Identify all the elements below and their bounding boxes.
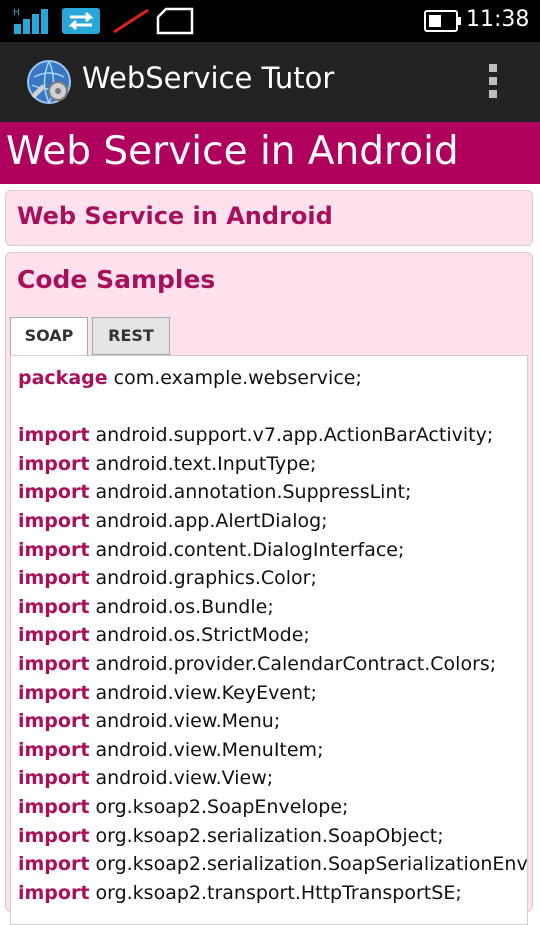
code-line: import org.ksoap2.serialization.SoapObje… bbox=[18, 822, 527, 851]
code-keyword: import bbox=[18, 481, 90, 504]
code-line: import org.ksoap2.transport.HttpTranspor… bbox=[18, 879, 527, 908]
code-text: android.annotation.SuppressLint; bbox=[89, 481, 412, 504]
code-line: import android.app.AlertDialog; bbox=[18, 507, 527, 536]
code-text: android.view.Menu; bbox=[89, 710, 281, 733]
code-text: android.view.KeyEvent; bbox=[89, 681, 317, 704]
code-text: android.content.DialogInterface; bbox=[89, 538, 405, 561]
code-keyword: import bbox=[18, 452, 90, 475]
battery-icon bbox=[424, 10, 461, 32]
status-bar: H 11:38 bbox=[0, 0, 540, 42]
page-header: Web Service in Android bbox=[0, 122, 540, 184]
code-line: import android.view.Menu; bbox=[18, 707, 527, 736]
svg-text:H: H bbox=[13, 8, 20, 18]
code-keyword: package bbox=[18, 367, 108, 389]
code-text: android.provider.CalendarContract.Colors… bbox=[89, 652, 497, 675]
code-line: import android.view.KeyEvent; bbox=[18, 679, 527, 708]
code-keyword: import bbox=[18, 767, 90, 790]
code-text: org.ksoap2.transport.HttpTransportSE; bbox=[89, 881, 462, 904]
code-text: android.support.v7.app.ActionBarActivity… bbox=[89, 424, 494, 447]
app-title: WebService Tutor bbox=[82, 61, 335, 95]
code-line: import android.graphics.Color; bbox=[18, 564, 527, 593]
signal-icon: H bbox=[13, 8, 48, 34]
code-line: import org.ksoap2.SoapEnvelope; bbox=[18, 793, 527, 822]
code-keyword: import bbox=[18, 853, 90, 876]
page-title: Web Service in Android bbox=[6, 129, 459, 174]
code-keyword: import bbox=[18, 652, 90, 675]
code-keyword: import bbox=[18, 824, 90, 847]
data-transfer-icon bbox=[62, 8, 100, 34]
code-keyword: import bbox=[18, 595, 90, 618]
code-text: android.os.StrictMode; bbox=[89, 624, 310, 647]
code-keyword: import bbox=[18, 738, 90, 761]
clock: 11:38 bbox=[466, 7, 530, 32]
code-keyword: import bbox=[18, 538, 90, 561]
app-icon[interactable] bbox=[26, 59, 72, 105]
code-view[interactable]: package com.example.webservice; import a… bbox=[10, 355, 528, 925]
overflow-menu-icon[interactable] bbox=[484, 64, 502, 104]
code-text: org.ksoap2.serialization.SoapSerializati… bbox=[95, 853, 528, 876]
code-text: org.ksoap2.SoapEnvelope; bbox=[89, 795, 349, 818]
code-keyword: import bbox=[18, 424, 90, 447]
intro-panel-title: Web Service in Android bbox=[17, 202, 333, 230]
code-keyword: import bbox=[18, 881, 90, 904]
code-keyword: import bbox=[18, 681, 90, 704]
code-samples-title: Code Samples bbox=[17, 265, 216, 294]
code-line: import org.ksoap2.serialization.SoapSeri… bbox=[18, 850, 527, 879]
no-sim-icon bbox=[113, 8, 149, 34]
code-keyword: import bbox=[18, 624, 90, 647]
code-line: import android.support.v7.app.ActionBarA… bbox=[18, 421, 527, 450]
code-keyword: import bbox=[18, 509, 90, 532]
code-text: android.os.Bundle; bbox=[89, 595, 274, 618]
code-keyword: import bbox=[18, 710, 90, 733]
code-line: import android.os.StrictMode; bbox=[18, 621, 527, 650]
code-line: import android.os.Bundle; bbox=[18, 593, 527, 622]
code-text: com.example.webservice; bbox=[107, 367, 362, 389]
code-line: import android.content.DialogInterface; bbox=[18, 536, 527, 565]
code-samples-panel: Code Samples SOAP REST package com.examp… bbox=[5, 252, 533, 925]
code-text: android.app.AlertDialog; bbox=[89, 509, 328, 532]
code-line: import android.annotation.SuppressLint; bbox=[18, 478, 527, 507]
code-text: android.view.MenuItem; bbox=[89, 738, 324, 761]
code-line: import android.provider.CalendarContract… bbox=[18, 650, 527, 679]
code-keyword: import bbox=[18, 567, 90, 590]
action-bar: WebService Tutor bbox=[0, 42, 540, 122]
code-line: package com.example.webservice; bbox=[18, 364, 527, 393]
code-text: android.graphics.Color; bbox=[89, 567, 317, 590]
tab-soap[interactable]: SOAP bbox=[10, 317, 88, 356]
code-keyword: import bbox=[18, 795, 90, 818]
tab-rest[interactable]: REST bbox=[92, 317, 170, 355]
code-line: import android.text.InputType; bbox=[18, 450, 527, 479]
intro-panel[interactable]: Web Service in Android bbox=[5, 190, 533, 246]
code-line: import android.view.MenuItem; bbox=[18, 736, 527, 765]
code-text: org.ksoap2.serialization.SoapObject; bbox=[89, 824, 444, 847]
sim-card-icon bbox=[156, 7, 194, 35]
code-text: android.view.View; bbox=[89, 767, 274, 790]
code-line: import android.view.View; bbox=[18, 764, 527, 793]
code-text: android.text.InputType; bbox=[89, 452, 317, 475]
